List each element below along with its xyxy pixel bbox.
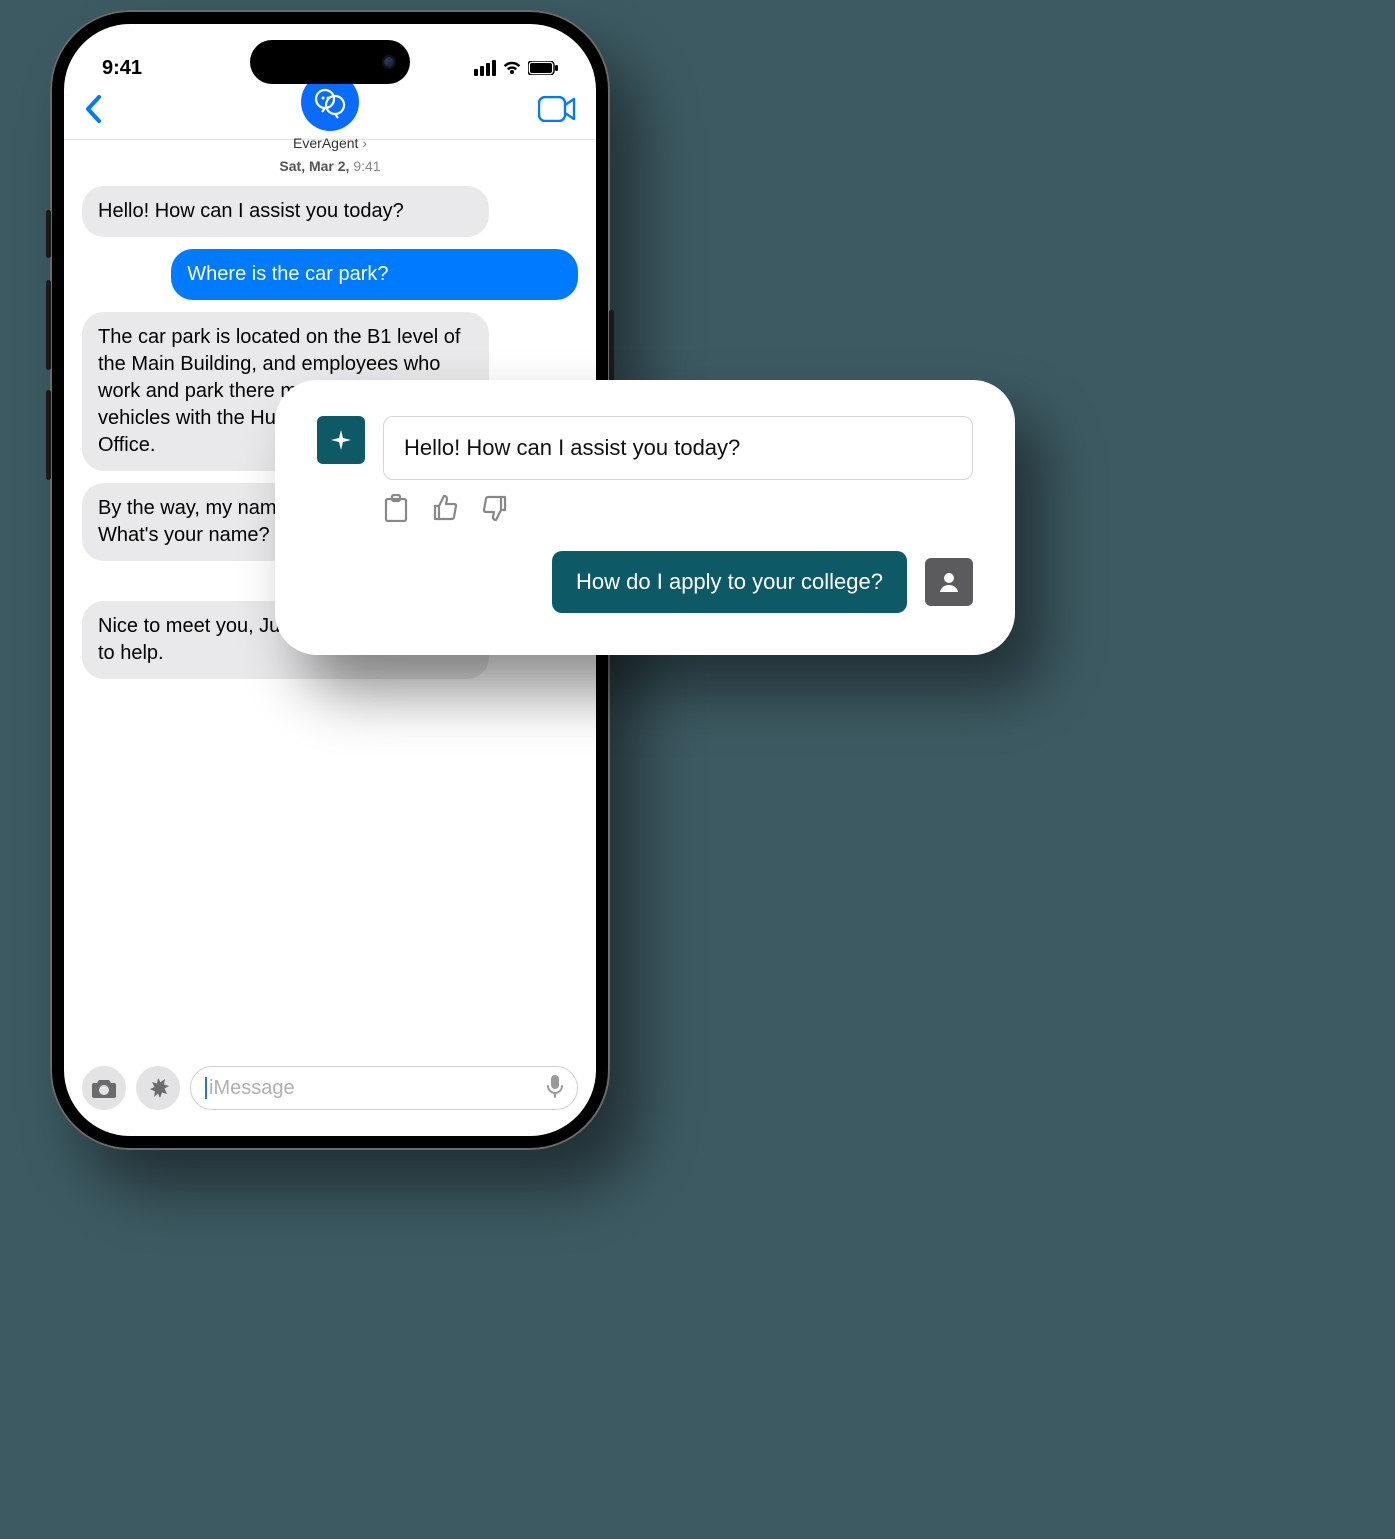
message-input[interactable] [209, 1077, 547, 1100]
message-out[interactable]: Where is the car park? [171, 249, 578, 300]
input-bar [64, 1066, 596, 1110]
overlay-assistant-message: Hello! How can I assist you today? [383, 416, 973, 480]
volume-button [46, 210, 51, 258]
message-in[interactable]: Hello! How can I assist you today? [82, 186, 489, 237]
volume-button [46, 280, 51, 370]
status-time: 9:41 [102, 57, 142, 80]
assistant-avatar-icon [317, 416, 365, 464]
overlay-actions [383, 494, 973, 527]
dynamic-island [250, 40, 410, 84]
overlay-user-message: How do I apply to your college? [552, 551, 907, 613]
timestamp-date: Sat, Mar 2, [279, 158, 349, 174]
front-camera-icon [382, 55, 396, 69]
battery-icon [528, 61, 558, 75]
copy-button[interactable] [383, 494, 409, 527]
overlay-user-row: How do I apply to your college? [317, 551, 973, 613]
contact-block[interactable]: EverAgent [293, 73, 367, 151]
mic-icon[interactable] [547, 1074, 563, 1103]
nav-header: EverAgent [64, 94, 596, 140]
thumbs-down-button[interactable] [481, 494, 509, 527]
user-avatar-icon [925, 558, 973, 606]
overlay-assistant-row: Hello! How can I assist you today? [317, 416, 973, 480]
timestamp-time: 9:41 [353, 158, 380, 174]
thumbs-up-button[interactable] [431, 494, 459, 527]
camera-button[interactable] [82, 1066, 126, 1110]
status-right [474, 60, 558, 76]
wifi-icon [502, 60, 522, 76]
text-cursor [205, 1077, 207, 1099]
back-button[interactable] [84, 94, 102, 129]
signal-icon [474, 60, 496, 76]
volume-button [46, 390, 51, 480]
contact-name: EverAgent [293, 135, 367, 151]
timestamp: Sat, Mar 2, 9:41 [82, 158, 578, 174]
video-call-button[interactable] [538, 96, 576, 127]
overlay-chat-card: Hello! How can I assist you today? How d… [275, 380, 1015, 655]
message-input-wrap[interactable] [190, 1066, 578, 1110]
apps-button[interactable] [136, 1066, 180, 1110]
